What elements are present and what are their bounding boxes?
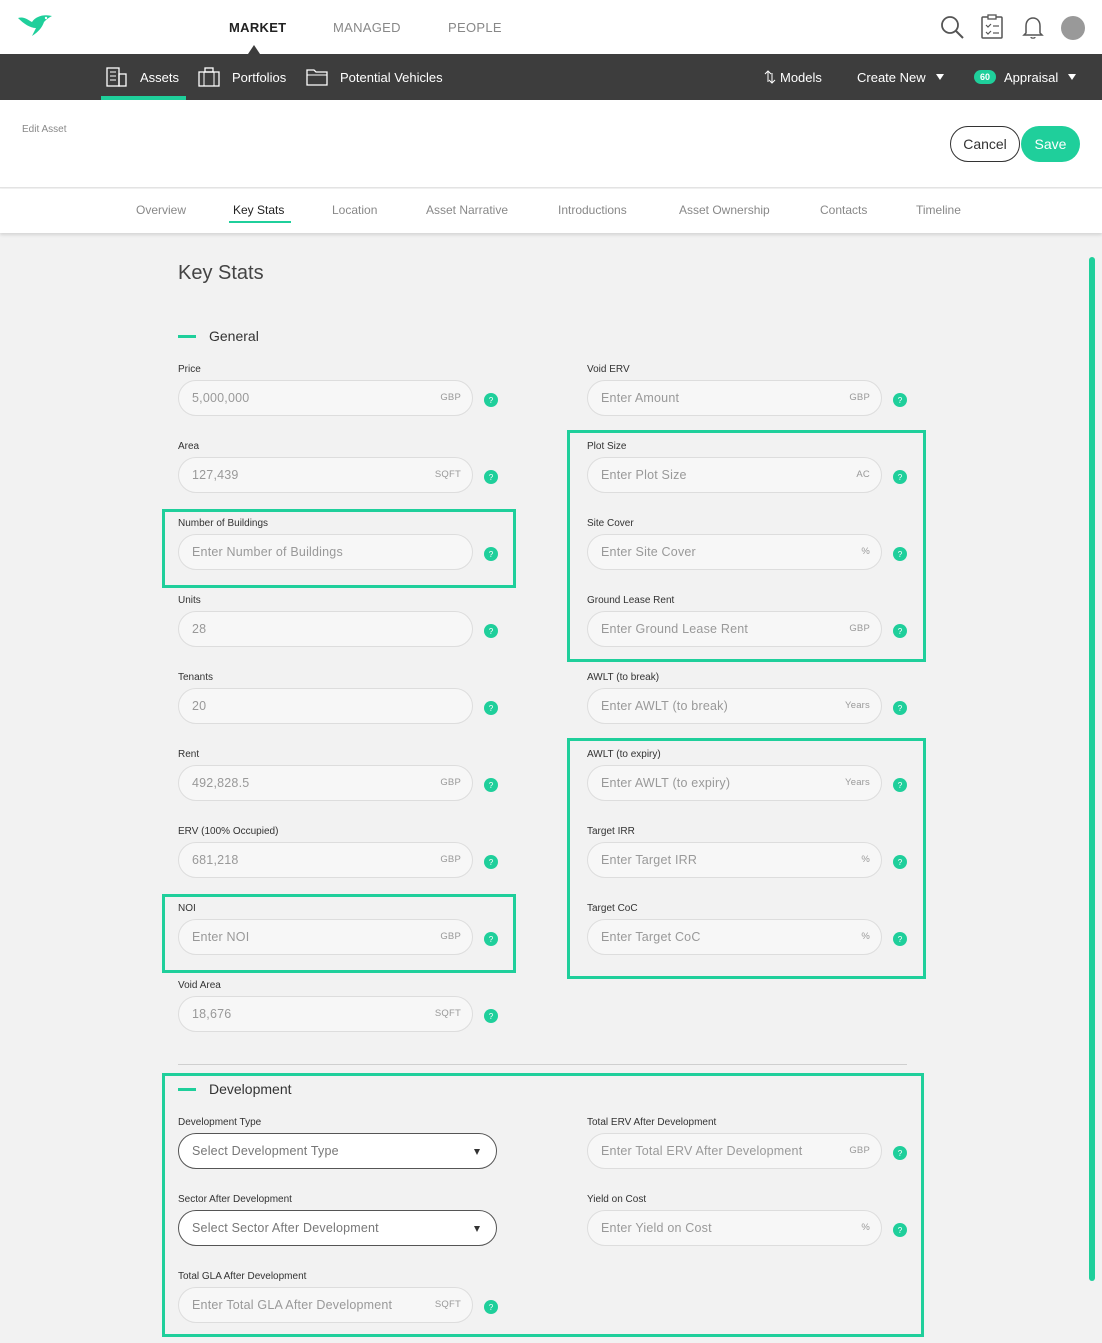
section-general-header[interactable]: General xyxy=(178,328,259,344)
unit-label: GBP xyxy=(440,854,461,865)
section-general-title: General xyxy=(209,328,259,344)
appraisal-dropdown[interactable]: 60 Appraisal xyxy=(974,54,1077,100)
building-icon xyxy=(106,67,127,87)
subnav-label-portfolios: Portfolios xyxy=(232,69,287,85)
tab-timeline[interactable]: Timeline xyxy=(916,203,961,217)
unit-label: GBP xyxy=(440,392,461,403)
avatar[interactable] xyxy=(1061,16,1085,40)
models-label: Models xyxy=(780,69,822,85)
subnav-item-potential-vehicles[interactable]: Potential Vehicles xyxy=(306,54,443,100)
help-icon[interactable]: ? xyxy=(484,624,498,638)
sort-arrows-icon xyxy=(764,70,776,84)
input-value: Enter AWLT (to break) xyxy=(601,699,728,713)
section-divider xyxy=(178,1064,907,1065)
awlt-break-input[interactable]: Enter AWLT (to break) Years xyxy=(587,688,882,724)
input-value: Enter Amount xyxy=(601,391,680,405)
active-nav-caret xyxy=(248,45,260,54)
highlight-box xyxy=(567,430,926,662)
field-label: Units xyxy=(178,595,201,606)
page-title: Key Stats xyxy=(178,262,264,284)
tenants-input[interactable]: 20 xyxy=(178,688,473,724)
subnav-item-assets[interactable]: Assets xyxy=(106,54,179,100)
help-icon[interactable]: ? xyxy=(484,778,498,792)
models-button[interactable]: Models xyxy=(764,54,822,100)
tab-key-stats[interactable]: Key Stats xyxy=(233,203,284,217)
void-area-input[interactable]: 18,676 SQFT xyxy=(178,996,473,1032)
nav-people[interactable]: PEOPLE xyxy=(448,20,502,35)
input-value: 28 xyxy=(192,622,207,636)
erv-input[interactable]: 681,218 GBP xyxy=(178,842,473,878)
unit-label: GBP xyxy=(440,777,461,788)
highlight-box xyxy=(162,894,516,973)
help-icon[interactable]: ? xyxy=(484,855,498,869)
appraisal-label: Appraisal xyxy=(1004,69,1059,85)
void-erv-input[interactable]: Enter Amount GBP xyxy=(587,380,882,416)
highlight-box xyxy=(567,738,926,979)
help-icon[interactable]: ? xyxy=(484,393,498,407)
highlight-box xyxy=(162,1073,924,1337)
unit-label: GBP xyxy=(849,392,870,403)
help-icon[interactable]: ? xyxy=(893,393,907,407)
field-label: Void Area xyxy=(178,980,221,991)
search-icon[interactable] xyxy=(939,14,965,45)
help-icon[interactable]: ? xyxy=(484,1009,498,1023)
sub-nav: Assets Portfolios Potential Vehicles Mod… xyxy=(0,54,1102,100)
unit-label: SQFT xyxy=(434,1008,461,1019)
asset-tabs: Overview Key Stats Location Asset Narrat… xyxy=(0,189,1102,233)
nav-managed[interactable]: MANAGED xyxy=(333,20,401,35)
cancel-button[interactable]: Cancel xyxy=(950,126,1020,162)
tab-asset-narrative[interactable]: Asset Narrative xyxy=(426,203,508,217)
field-label: Area xyxy=(178,441,200,452)
tab-overview[interactable]: Overview xyxy=(136,203,186,217)
subnav-label-potential-vehicles: Potential Vehicles xyxy=(340,69,443,85)
field-label: Price xyxy=(178,364,201,375)
field-label: ERV (100% Occupied) xyxy=(178,826,279,837)
bell-icon[interactable] xyxy=(1020,14,1046,45)
subnav-label-assets: Assets xyxy=(140,69,180,85)
page-header: Edit Asset Cancel Save xyxy=(0,100,1102,188)
breadcrumb: Edit Asset xyxy=(22,124,67,135)
collapse-icon xyxy=(178,334,196,338)
input-value: 492,828.5 xyxy=(192,776,250,790)
help-icon[interactable]: ? xyxy=(484,470,498,484)
input-value: 20 xyxy=(192,699,207,713)
folder-icon xyxy=(306,69,328,86)
tab-asset-ownership[interactable]: Asset Ownership xyxy=(679,203,770,217)
tab-contacts[interactable]: Contacts xyxy=(820,203,867,217)
input-value: 18,676 xyxy=(192,1007,232,1021)
subnav-item-portfolios[interactable]: Portfolios xyxy=(198,54,286,100)
input-value: 127,439 xyxy=(192,468,239,482)
tab-active-indicator xyxy=(229,221,291,223)
help-icon[interactable]: ? xyxy=(484,701,498,715)
create-new-label: Create New xyxy=(857,69,926,85)
price-input[interactable]: 5,000,000 GBP xyxy=(178,380,473,416)
appraisal-count-badge: 60 xyxy=(974,70,997,84)
nav-market[interactable]: MARKET xyxy=(229,20,286,35)
rent-input[interactable]: 492,828.5 GBP xyxy=(178,765,473,801)
input-value: 5,000,000 xyxy=(192,391,250,405)
tab-introductions[interactable]: Introductions xyxy=(558,203,627,217)
units-input[interactable]: 28 xyxy=(178,611,473,647)
field-label: Void ERV xyxy=(587,364,630,375)
chevron-down-icon xyxy=(1068,74,1077,80)
field-label: Tenants xyxy=(178,672,214,683)
logo-icon[interactable] xyxy=(16,12,56,40)
tab-location[interactable]: Location xyxy=(332,203,377,217)
field-label: AWLT (to break) xyxy=(587,672,660,683)
top-bar: MARKET MANAGED PEOPLE xyxy=(0,0,1102,54)
briefcase-icon xyxy=(198,67,220,87)
area-input[interactable]: 127,439 SQFT xyxy=(178,457,473,493)
scrollbar[interactable] xyxy=(1089,257,1095,1281)
save-button[interactable]: Save xyxy=(1021,126,1080,162)
unit-label: Years xyxy=(845,700,870,711)
highlight-box xyxy=(162,509,516,588)
chevron-down-icon xyxy=(935,74,944,80)
field-label: Rent xyxy=(178,749,200,760)
input-value: 681,218 xyxy=(192,853,239,867)
create-new-dropdown[interactable]: Create New xyxy=(857,54,944,100)
unit-label: SQFT xyxy=(434,469,461,480)
help-icon[interactable]: ? xyxy=(893,701,907,715)
clipboard-icon[interactable] xyxy=(979,14,1005,45)
